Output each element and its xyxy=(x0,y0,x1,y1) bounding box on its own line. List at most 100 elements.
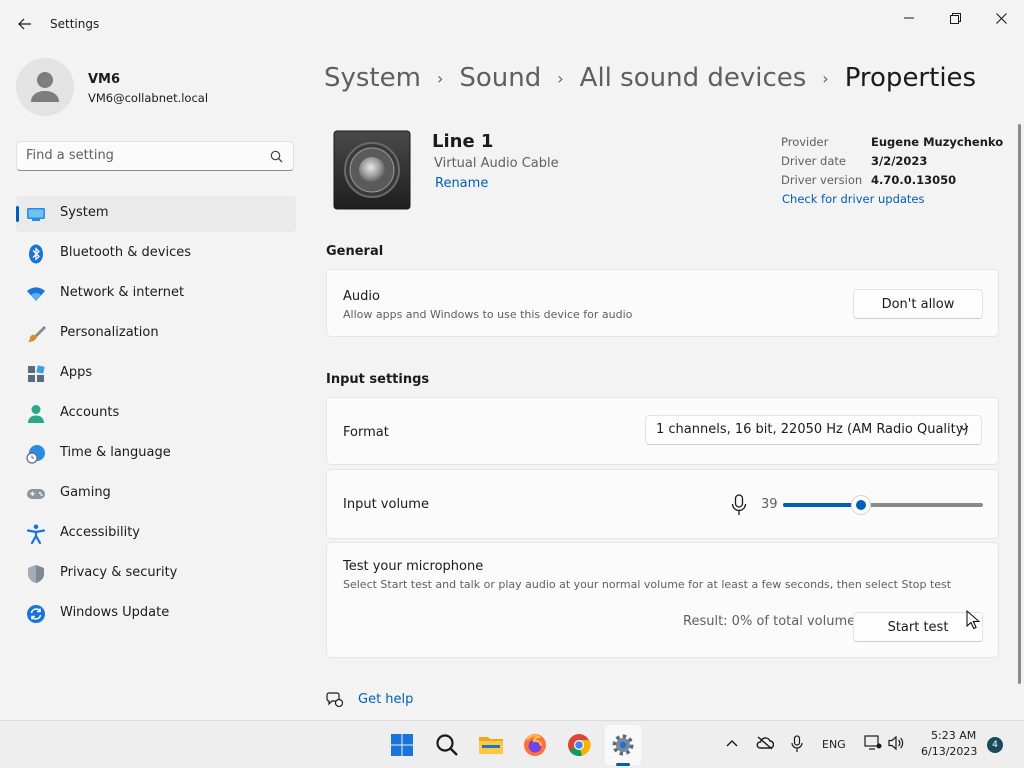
audio-description: Allow apps and Windows to use this devic… xyxy=(343,308,633,321)
breadcrumb-system[interactable]: System xyxy=(324,63,421,93)
user-silhouette-icon xyxy=(31,72,59,102)
input-volume-value: 39 xyxy=(761,497,778,512)
check-driver-updates-link[interactable]: Check for driver updates xyxy=(782,192,925,206)
start-button[interactable] xyxy=(386,729,418,761)
input-volume-label: Input volume xyxy=(343,497,429,512)
user-email: VM6@collabnet.local xyxy=(88,91,209,105)
input-volume-slider[interactable] xyxy=(783,495,983,515)
cloud-offline-icon[interactable] xyxy=(756,736,774,750)
test-microphone-description: Select Start test and talk or play audio… xyxy=(343,578,952,591)
breadcrumb-separator: › xyxy=(557,68,564,88)
update-icon xyxy=(26,604,46,624)
back-arrow-icon xyxy=(18,18,31,30)
microphone-icon[interactable] xyxy=(731,494,747,516)
restore-button[interactable] xyxy=(932,4,978,32)
format-card: Format 1 channels, 16 bit, 22050 Hz (AM … xyxy=(326,397,999,465)
notification-badge[interactable]: 4 xyxy=(987,737,1003,753)
search-box[interactable] xyxy=(16,141,294,171)
chevron-up-icon[interactable] xyxy=(726,739,738,747)
minimize-button[interactable] xyxy=(886,4,932,32)
firefox-button[interactable] xyxy=(519,729,551,761)
sidebar-item-privacy[interactable]: Privacy & security xyxy=(16,556,296,592)
bluetooth-icon xyxy=(26,244,46,264)
user-name: VM6 xyxy=(88,72,121,87)
speaker-device-icon xyxy=(333,130,411,210)
sidebar-item-label: Apps xyxy=(60,365,93,380)
network-icon[interactable] xyxy=(864,735,882,751)
sidebar-item-label: Accounts xyxy=(60,405,120,420)
slider-thumb[interactable] xyxy=(851,495,871,515)
accessibility-icon xyxy=(26,524,46,544)
shield-icon xyxy=(26,564,46,584)
taskbar: ENG 5:23 AM 6/13/2023 4 xyxy=(0,720,1024,768)
device-type: Virtual Audio Cable xyxy=(434,156,559,171)
input-volume-card: Input volume 39 xyxy=(326,469,999,539)
wifi-icon xyxy=(26,284,46,304)
sidebar-item-time-language[interactable]: Time & language xyxy=(16,436,296,472)
breadcrumb-properties: Properties xyxy=(844,63,977,93)
driver-date-label: Driver date xyxy=(781,154,846,168)
settings-app-button[interactable] xyxy=(607,729,639,761)
sidebar-item-label: Gaming xyxy=(60,485,111,500)
sidebar-item-label: Windows Update xyxy=(60,605,170,620)
format-dropdown[interactable]: 1 channels, 16 bit, 22050 Hz (AM Radio Q… xyxy=(645,415,982,445)
audio-card: Audio Allow apps and Windows to use this… xyxy=(326,269,999,337)
sidebar-item-personalization[interactable]: Personalization xyxy=(16,316,296,352)
get-help-link[interactable]: Get help xyxy=(358,692,413,707)
sidebar-item-accessibility[interactable]: Accessibility xyxy=(16,516,296,552)
clock-time[interactable]: 5:23 AM xyxy=(931,729,976,742)
sidebar-item-label: Network & internet xyxy=(60,285,185,300)
rename-link[interactable]: Rename xyxy=(435,176,488,191)
search-icon xyxy=(270,150,283,163)
audio-title: Audio xyxy=(343,289,380,304)
avatar[interactable] xyxy=(16,58,74,116)
sidebar-item-apps[interactable]: Apps xyxy=(16,356,296,392)
gear-icon xyxy=(612,734,634,756)
provider-label: Provider xyxy=(781,135,829,149)
windows-logo-icon xyxy=(391,734,413,756)
breadcrumb-all-sound-devices[interactable]: All sound devices xyxy=(580,63,807,93)
sidebar-item-windows-update[interactable]: Windows Update xyxy=(16,596,296,632)
sidebar-item-label: Personalization xyxy=(60,325,159,340)
dont-allow-button[interactable]: Don't allow xyxy=(853,289,983,319)
sidebar-item-accounts[interactable]: Accounts xyxy=(16,396,296,432)
taskbar-search-button[interactable] xyxy=(431,729,463,761)
scrollbar[interactable] xyxy=(1018,124,1021,684)
breadcrumb-sound[interactable]: Sound xyxy=(459,63,541,93)
volume-icon[interactable] xyxy=(888,735,904,751)
active-app-indicator xyxy=(616,763,630,766)
search-icon xyxy=(436,734,458,756)
sidebar-item-system[interactable]: System xyxy=(16,196,296,232)
breadcrumb-separator: › xyxy=(822,68,829,88)
format-label: Format xyxy=(343,425,389,440)
gamepad-icon xyxy=(26,484,46,504)
breadcrumb-separator: › xyxy=(436,68,444,88)
file-explorer-button[interactable] xyxy=(475,729,507,761)
sidebar-item-bluetooth[interactable]: Bluetooth & devices xyxy=(16,236,296,272)
general-section-title: General xyxy=(326,244,384,259)
accounts-icon xyxy=(26,404,46,424)
close-button[interactable] xyxy=(978,4,1024,32)
start-test-button[interactable]: Start test xyxy=(853,612,983,642)
clock-date[interactable]: 6/13/2023 xyxy=(921,745,977,758)
folder-icon xyxy=(479,737,503,754)
firefox-icon xyxy=(524,734,546,756)
sidebar-item-network[interactable]: Network & internet xyxy=(16,276,296,312)
app-title: Settings xyxy=(50,17,100,31)
mouse-cursor-icon xyxy=(966,610,980,630)
driver-date-value: 3/2/2023 xyxy=(871,154,928,168)
sidebar-item-label: System xyxy=(60,205,109,220)
system-icon xyxy=(26,204,46,224)
input-settings-title: Input settings xyxy=(326,372,430,387)
breadcrumb: System › Sound › All sound devices › Pro… xyxy=(324,58,976,98)
language-indicator[interactable]: ENG xyxy=(822,738,846,751)
chrome-button[interactable] xyxy=(563,729,595,761)
get-help-icon xyxy=(326,692,344,708)
chevron-down-icon xyxy=(959,425,969,431)
provider-value: Eugene Muzychenko xyxy=(871,135,1004,149)
sidebar-item-gaming[interactable]: Gaming xyxy=(16,476,296,512)
close-icon xyxy=(995,12,1007,24)
search-input[interactable] xyxy=(26,148,256,163)
back-button[interactable] xyxy=(14,14,36,34)
microphone-tray-icon[interactable] xyxy=(791,735,803,753)
